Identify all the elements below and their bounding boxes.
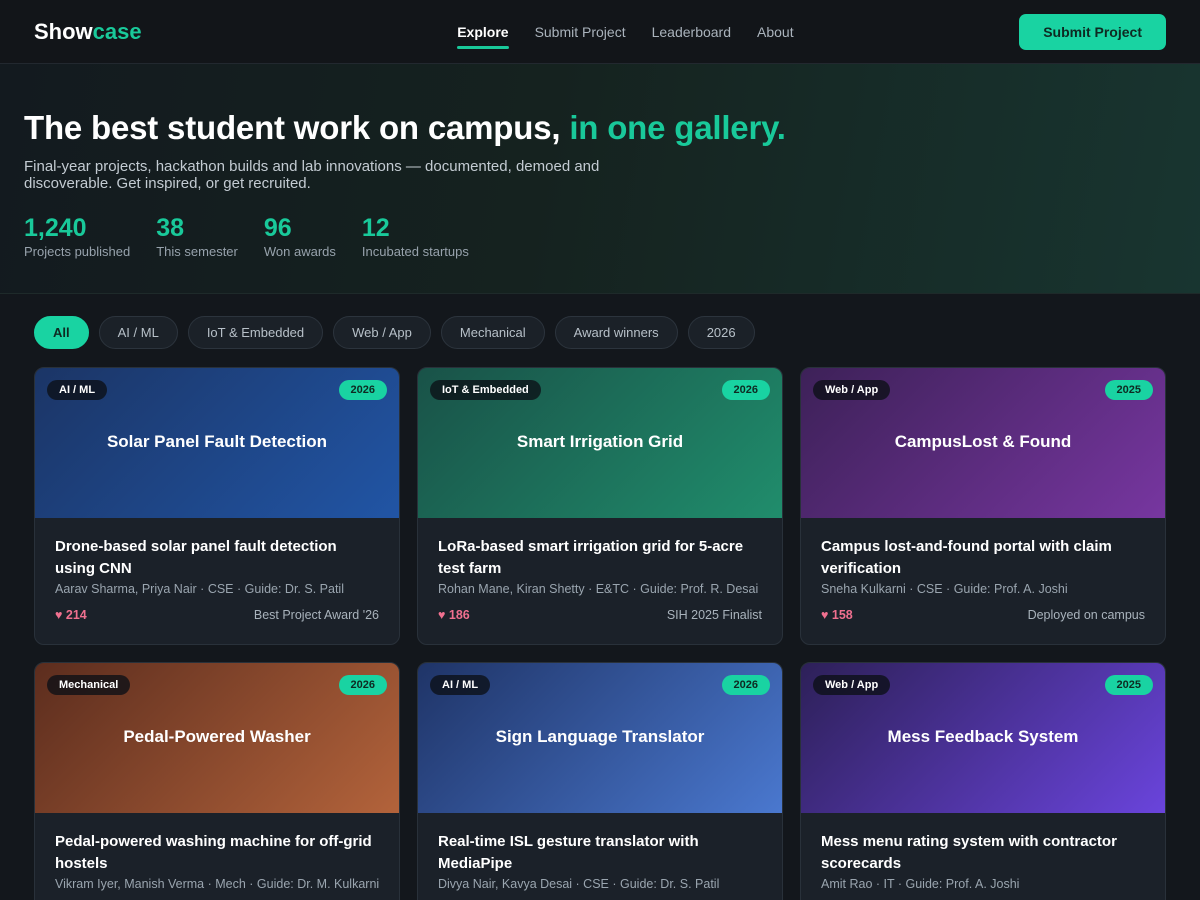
hero-section: The best student work on campus, in one … <box>0 64 1200 294</box>
project-banner: AI / ML 2026 Sign Language Translator <box>418 663 782 813</box>
category-tag: Web / App <box>813 380 891 400</box>
category-tag: AI / ML <box>47 380 108 400</box>
project-title: Pedal-powered washing machine for off-gr… <box>55 833 372 872</box>
project-title: Drone-based solar panel fault detection … <box>55 538 337 577</box>
top-nav: Showcase Explore Submit Project Leaderbo… <box>0 0 1200 64</box>
category-tag: AI / ML <box>430 675 491 695</box>
card-body: Pedal-powered washing machine for off-gr… <box>35 813 399 900</box>
nav-links: Explore Submit Project Leaderboard About <box>457 17 794 49</box>
hero-subtitle: Final-year projects, hackathon builds an… <box>24 158 600 192</box>
project-meta: Aarav Sharma, Priya Nair · CSE · Guide: … <box>55 582 344 596</box>
project-banner: Mechanical 2026 Pedal-Powered Washer <box>35 663 399 813</box>
stat-value: 38 <box>156 214 185 242</box>
hero-title: The best student work on campus, in one … <box>24 108 1176 148</box>
banner-title: Solar Panel Fault Detection <box>106 432 328 451</box>
project-card[interactable]: Mechanical 2026 Pedal-Powered Washer Ped… <box>34 662 400 900</box>
stat-label: Incubated startups <box>361 244 469 259</box>
stat-value: 96 <box>263 214 292 242</box>
banner-title: Sign Language Translator <box>495 727 705 746</box>
hero-title-accent: in one gallery. <box>569 109 786 146</box>
nav-link-explore[interactable]: Explore <box>457 17 509 49</box>
project-card[interactable]: AI / ML 2026 Sign Language Translator Re… <box>417 662 783 900</box>
award-text: Deployed on campus <box>1027 608 1145 622</box>
project-banner: AI / ML 2026 Solar Panel Fault Detection <box>35 368 399 518</box>
stat-label: Won awards <box>263 244 336 259</box>
stat-projects-published: 1,240 Projects published <box>24 214 130 259</box>
project-banner: IoT & Embedded 2026 Smart Irrigation Gri… <box>418 368 782 518</box>
project-grid: AI / ML 2026 Solar Panel Fault Detection… <box>0 349 1200 900</box>
filter-chip-2026[interactable]: 2026 <box>687 316 755 349</box>
project-card[interactable]: AI / ML 2026 Solar Panel Fault Detection… <box>34 367 400 645</box>
filter-chip-web-app[interactable]: Web / App <box>333 316 431 349</box>
stat-value: 1,240 <box>24 214 87 242</box>
filter-chip-ai-ml[interactable]: AI / ML <box>98 316 178 349</box>
year-badge: 2026 <box>721 380 770 400</box>
year-badge: 2026 <box>721 675 770 695</box>
filter-chip-award-winners[interactable]: Award winners <box>554 316 678 349</box>
project-title: Real-time ISL gesture translator with Me… <box>438 833 699 872</box>
stat-this-semester: 38 This semester <box>156 214 238 259</box>
like-count[interactable]: ♥ 186 <box>438 608 470 622</box>
nav-link-leaderboard[interactable]: Leaderboard <box>652 17 731 47</box>
stats-row: 1,240 Projects published 38 This semeste… <box>24 214 1176 259</box>
stat-won-awards: 96 Won awards <box>264 214 336 259</box>
stat-label: Projects published <box>24 244 131 259</box>
banner-title: Pedal-Powered Washer <box>123 727 311 746</box>
filter-chips: All AI / ML IoT & Embedded Web / App Mec… <box>0 294 1200 349</box>
stat-label: This semester <box>156 244 238 259</box>
project-meta: Divya Nair, Kavya Desai · CSE · Guide: D… <box>438 877 720 891</box>
stat-value: 12 <box>361 214 390 242</box>
project-card[interactable]: IoT & Embedded 2026 Smart Irrigation Gri… <box>417 367 783 645</box>
project-meta: Rohan Mane, Kiran Shetty · E&TC · Guide:… <box>438 582 759 596</box>
project-card[interactable]: Web / App 2025 CampusLost & Found Campus… <box>800 367 1166 645</box>
submit-project-button[interactable]: Submit Project <box>1019 13 1166 50</box>
project-title: Mess menu rating system with contractor … <box>821 833 1117 872</box>
project-meta: Sneha Kulkarni · CSE · Guide: Prof. A. J… <box>821 582 1068 596</box>
card-body: Real-time ISL gesture translator with Me… <box>418 813 782 900</box>
card-body: Mess menu rating system with contractor … <box>801 813 1165 900</box>
project-meta: Vikram Iyer, Manish Verma · Mech · Guide… <box>55 877 380 891</box>
card-body: Drone-based solar panel fault detection … <box>35 518 399 622</box>
nav-link-submit-project[interactable]: Submit Project <box>535 17 626 47</box>
project-meta: Amit Rao · IT · Guide: Prof. A. Joshi <box>821 877 1020 891</box>
year-badge: 2025 <box>1104 380 1153 400</box>
year-badge: 2026 <box>338 380 387 400</box>
banner-title: CampusLost & Found <box>894 432 1072 451</box>
card-body: LoRa-based smart irrigation grid for 5-a… <box>418 518 782 622</box>
card-body: Campus lost-and-found portal with claim … <box>801 518 1165 622</box>
stat-incubated-startups: 12 Incubated startups <box>362 214 469 259</box>
logo-accent: case <box>92 18 142 44</box>
project-card[interactable]: Web / App 2025 Mess Feedback System Mess… <box>800 662 1166 900</box>
project-banner: Web / App 2025 CampusLost & Found <box>801 368 1165 518</box>
project-title: Campus lost-and-found portal with claim … <box>821 538 1112 577</box>
award-text: SIH 2025 Finalist <box>666 608 762 622</box>
hero-title-main: The best student work on campus, <box>24 109 561 146</box>
banner-title: Mess Feedback System <box>887 727 1079 746</box>
category-tag: Mechanical <box>47 675 131 695</box>
banner-title: Smart Irrigation Grid <box>516 432 684 451</box>
filter-chip-all[interactable]: All <box>34 316 89 349</box>
card-footer: ♥ 214 Best Project Award '26 <box>55 608 379 622</box>
logo[interactable]: Showcase <box>34 19 142 45</box>
category-tag: Web / App <box>813 675 891 695</box>
nav-link-about[interactable]: About <box>757 17 794 47</box>
filter-chip-mechanical[interactable]: Mechanical <box>440 316 545 349</box>
like-count[interactable]: ♥ 214 <box>55 608 87 622</box>
award-text: Best Project Award '26 <box>253 608 379 622</box>
project-banner: Web / App 2025 Mess Feedback System <box>801 663 1165 813</box>
filter-chip-iot-embedded[interactable]: IoT & Embedded <box>187 316 324 349</box>
project-title: LoRa-based smart irrigation grid for 5-a… <box>438 538 744 577</box>
card-footer: ♥ 186 SIH 2025 Finalist <box>438 608 762 622</box>
category-tag: IoT & Embedded <box>430 380 541 400</box>
card-footer: ♥ 158 Deployed on campus <box>821 608 1145 622</box>
logo-main: Show <box>34 18 93 44</box>
year-badge: 2025 <box>1104 675 1153 695</box>
year-badge: 2026 <box>338 675 387 695</box>
like-count[interactable]: ♥ 158 <box>821 608 853 622</box>
